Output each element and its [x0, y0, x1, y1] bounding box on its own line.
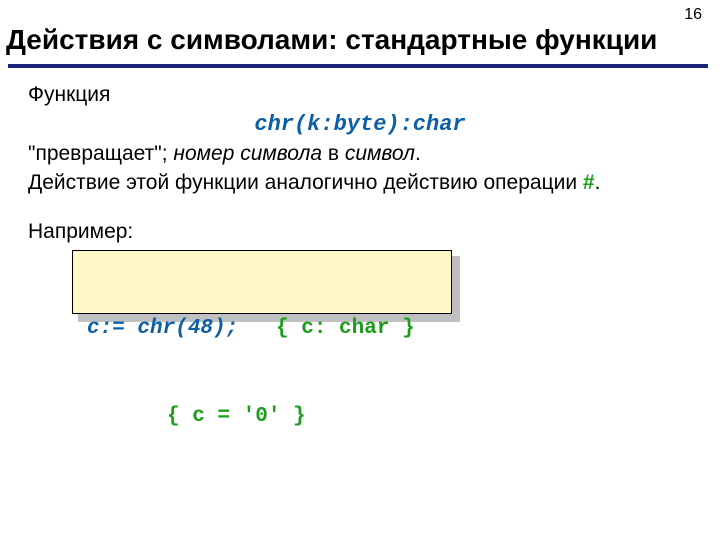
text-fragment: . — [415, 142, 421, 165]
code-block: c:= chr(48); { c: char } { c = '0' } — [72, 250, 452, 314]
body-line-3: Действие этой функции аналогично действи… — [28, 170, 692, 197]
code-box: c:= chr(48); { c: char } { c = '0' } — [72, 250, 452, 314]
code-comment: { c = '0' } — [167, 405, 306, 428]
text-fragment-italic: символ — [345, 142, 415, 165]
slide: 16 Действия с символами: стандартные фун… — [0, 0, 720, 540]
hash-operator: # — [583, 171, 595, 194]
body-text: Функция chr(k:byte):char "превращает"; н… — [28, 82, 692, 248]
body-line-2: "превращает"; номер символа в символ. — [28, 141, 692, 168]
body-line-1: Функция — [28, 82, 692, 109]
text-fragment: . — [595, 171, 601, 194]
code-line-2: { c = '0' } — [87, 402, 437, 431]
function-signature: chr(k:byte):char — [28, 111, 692, 139]
text-fragment: Действие этой функции аналогично действи… — [28, 171, 583, 194]
example-label: Например: — [28, 219, 692, 246]
title-underline — [8, 64, 708, 68]
code-line-1: c:= chr(48); { c: char } — [87, 314, 437, 343]
text-fragment-italic: номер символа — [173, 142, 322, 165]
code-statement: c:= chr(48); — [87, 317, 238, 340]
slide-title: Действия с символами: стандартные функци… — [6, 24, 714, 56]
page-number: 16 — [684, 6, 702, 24]
text-fragment: "превращает"; — [28, 142, 173, 165]
code-comment: { c: char } — [276, 317, 415, 340]
text-fragment: в — [322, 142, 345, 165]
